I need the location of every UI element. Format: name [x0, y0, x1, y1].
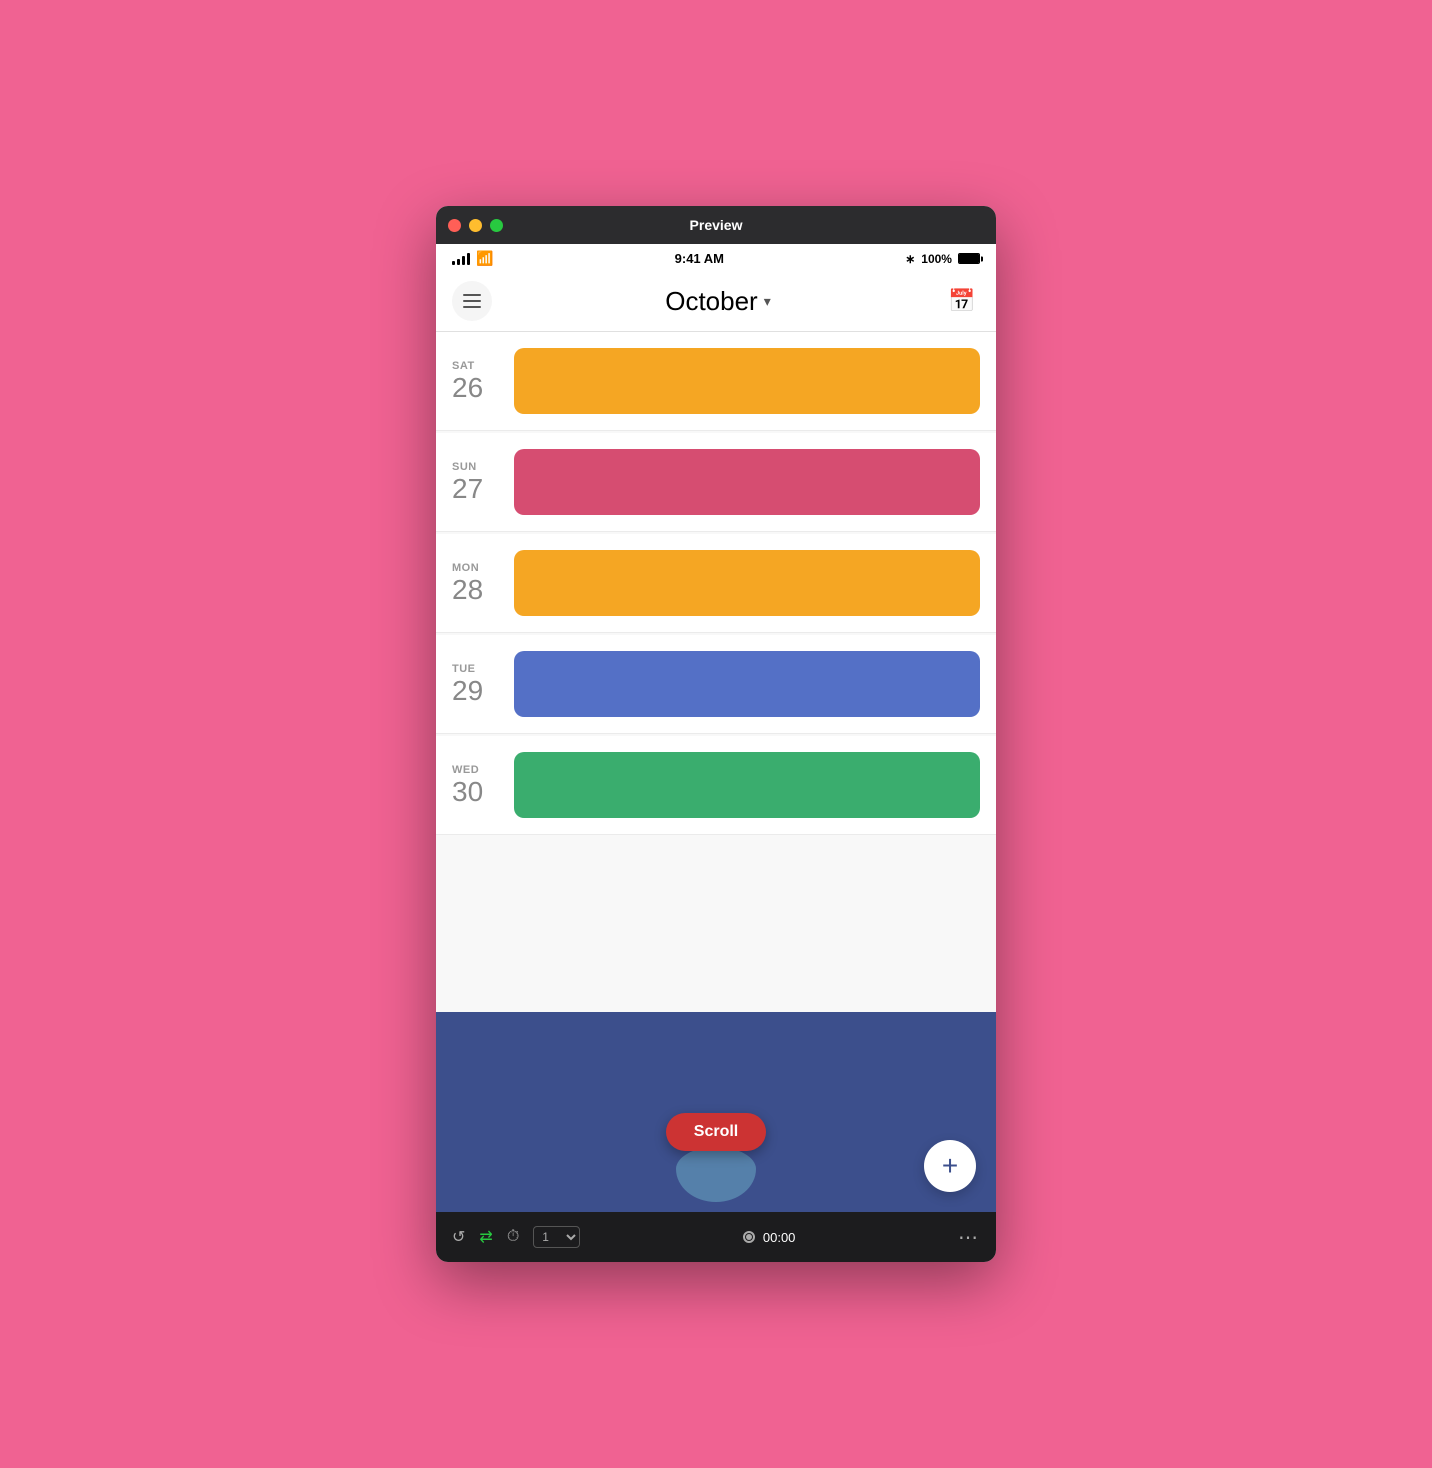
close-button[interactable] [448, 219, 461, 232]
menu-button[interactable] [452, 281, 492, 321]
event-block-wed[interactable] [514, 752, 980, 818]
signal-bars-icon [452, 253, 470, 265]
day-label-sun: SUN 27 [452, 461, 500, 503]
loop-icon[interactable]: ⇄ [479, 1227, 492, 1247]
status-left: 📶 [452, 250, 493, 267]
day-row-sun: SUN 27 [436, 433, 996, 532]
event-block-tue[interactable] [514, 651, 980, 717]
day-number: 26 [452, 374, 500, 402]
scroll-button-container: Scroll [666, 1113, 766, 1202]
app-window: Preview 📶 9:41 AM ∗ 100% Octo [436, 206, 996, 1262]
day-name: TUE [452, 663, 500, 675]
day-name: SAT [452, 360, 500, 372]
toolbar-more-button[interactable]: ⋯ [958, 1225, 980, 1250]
calendar-view-button[interactable]: 📅 [944, 283, 980, 319]
day-row-wed: WED 30 [436, 736, 996, 835]
toolbar-center: 00:00 [743, 1230, 796, 1245]
toolbar-left: ↺ ⇄ ⏱ 1 2 0.5 [452, 1226, 580, 1248]
month-title: October [665, 286, 758, 317]
day-number: 30 [452, 778, 500, 806]
scroll-button[interactable]: Scroll [666, 1113, 766, 1151]
bluetooth-icon: ∗ [905, 252, 915, 266]
status-time: 9:41 AM [675, 251, 724, 266]
minimize-button[interactable] [469, 219, 482, 232]
window-title: Preview [690, 217, 743, 233]
day-number: 28 [452, 576, 500, 604]
day-label-tue: TUE 29 [452, 663, 500, 705]
day-name: SUN [452, 461, 500, 473]
record-icon [743, 1231, 755, 1243]
speed-selector[interactable]: 1 2 0.5 [533, 1226, 580, 1248]
timecode-display: 00:00 [763, 1230, 796, 1245]
day-number: 29 [452, 677, 500, 705]
blob-decoration [676, 1147, 756, 1202]
bottom-toolbar: ↺ ⇄ ⏱ 1 2 0.5 00:00 ⋯ [436, 1212, 996, 1262]
clock-icon[interactable]: ⏱ [507, 1228, 519, 1246]
bottom-area: Scroll + [436, 1012, 996, 1212]
wifi-icon: 📶 [476, 250, 493, 267]
event-block-mon[interactable] [514, 550, 980, 616]
event-block-sun[interactable] [514, 449, 980, 515]
calendar-body: SAT 26 SUN 27 MON 28 TUE 29 [436, 332, 996, 1012]
status-right: ∗ 100% [905, 252, 980, 266]
day-label-wed: WED 30 [452, 764, 500, 806]
month-selector[interactable]: October ▾ [665, 286, 771, 317]
day-number: 27 [452, 475, 500, 503]
status-bar: 📶 9:41 AM ∗ 100% [436, 244, 996, 273]
day-name: WED [452, 764, 500, 776]
hamburger-icon [463, 306, 481, 308]
event-block-sat[interactable] [514, 348, 980, 414]
day-row-tue: TUE 29 [436, 635, 996, 734]
day-name: MON [452, 562, 500, 574]
window-controls [448, 219, 503, 232]
title-bar: Preview [436, 206, 996, 244]
hamburger-icon [463, 300, 481, 302]
refresh-icon[interactable]: ↺ [452, 1227, 465, 1247]
calendar-icon: 📅 [948, 288, 975, 314]
add-event-button[interactable]: + [924, 1140, 976, 1192]
day-row-mon: MON 28 [436, 534, 996, 633]
day-row-sat: SAT 26 [436, 332, 996, 431]
battery-percent: 100% [921, 252, 952, 266]
ellipsis-icon: ⋯ [958, 1227, 980, 1249]
app-header: October ▾ 📅 [436, 273, 996, 332]
scroll-section: Scroll [436, 1032, 996, 1212]
day-label-sat: SAT 26 [452, 360, 500, 402]
hamburger-icon [463, 294, 481, 296]
chevron-down-icon: ▾ [764, 293, 771, 310]
maximize-button[interactable] [490, 219, 503, 232]
battery-icon [958, 253, 980, 264]
day-label-mon: MON 28 [452, 562, 500, 604]
